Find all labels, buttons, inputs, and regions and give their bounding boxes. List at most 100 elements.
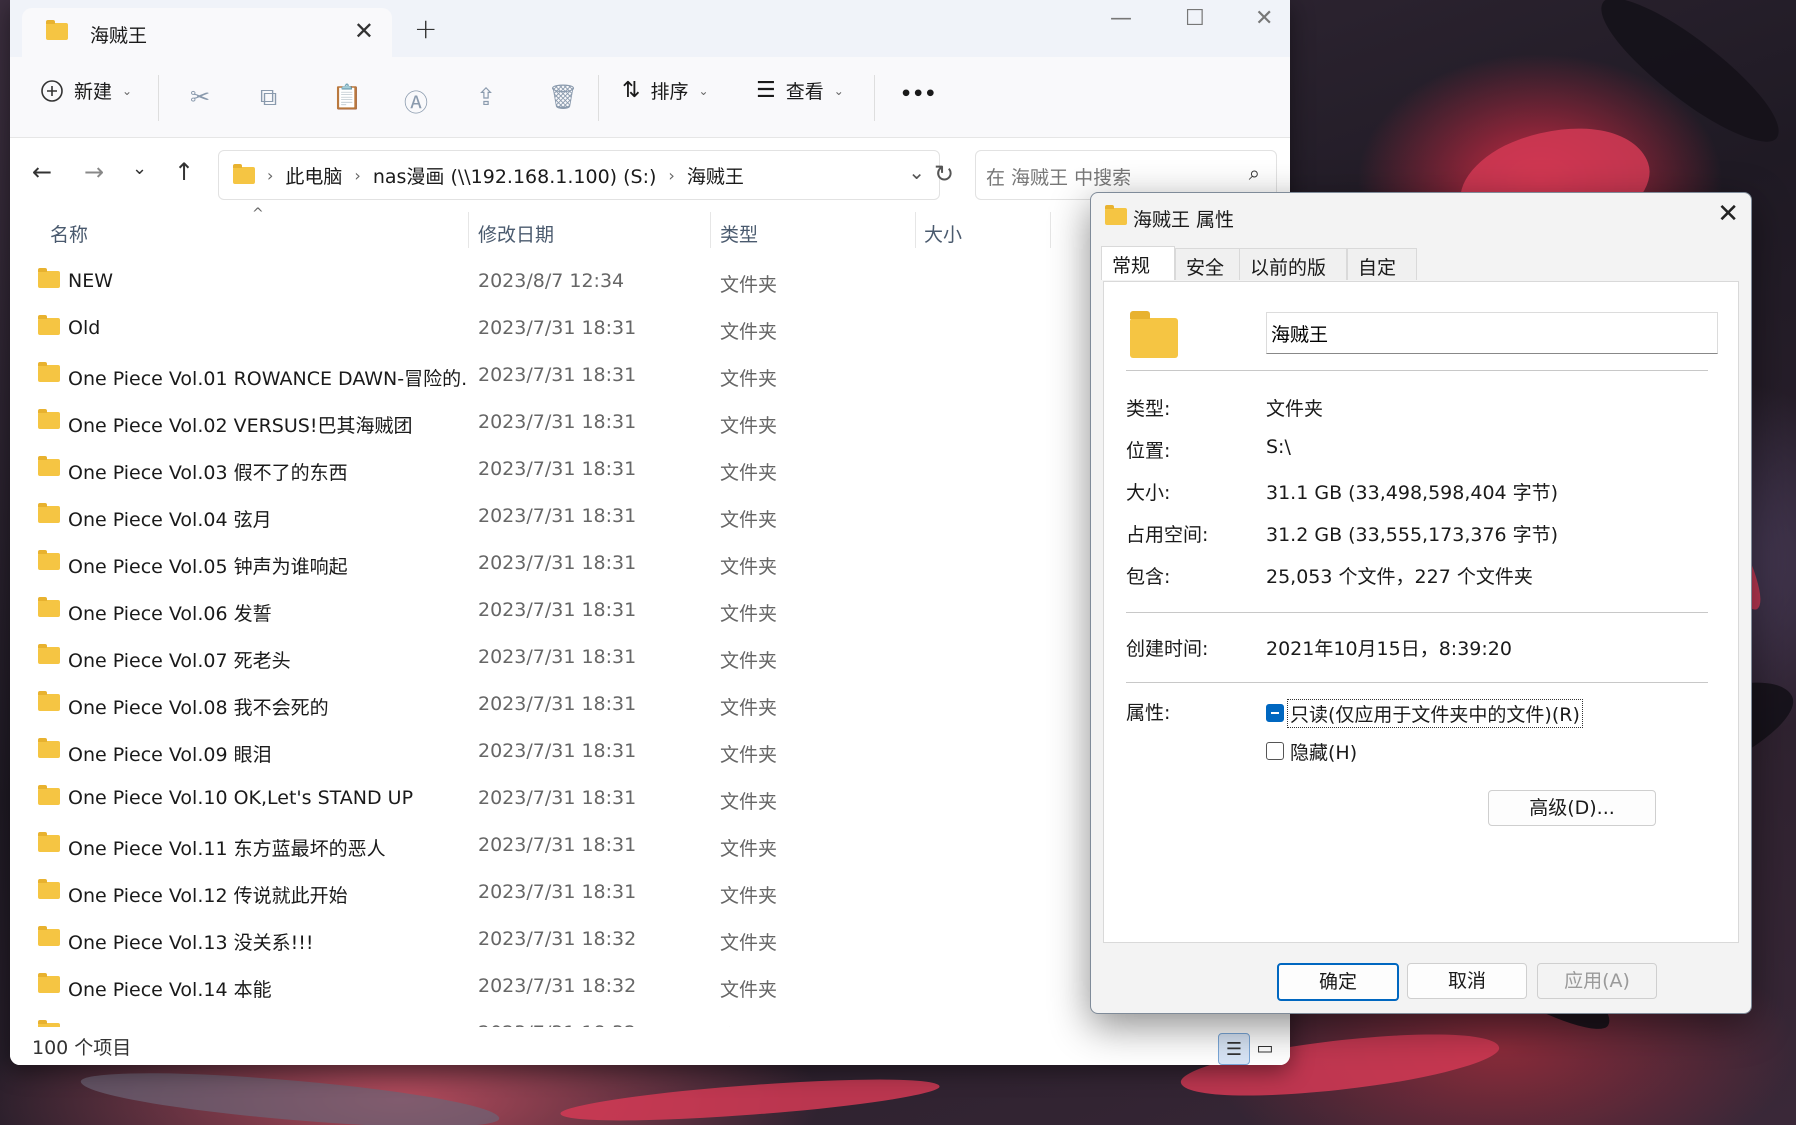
chevron-down-icon[interactable]: ⌄ xyxy=(908,160,925,184)
delete-icon[interactable]: 🗑 xyxy=(548,83,578,111)
cancel-button[interactable]: 取消 xyxy=(1407,963,1527,999)
column-divider[interactable] xyxy=(710,212,711,248)
details-view-icon[interactable]: ☰ xyxy=(1218,1033,1250,1065)
file-name: One Piece Vol.02 VERSUS!巴其海贼团 xyxy=(68,415,413,437)
copy-icon[interactable]: ⧉ xyxy=(260,83,277,111)
file-date: 2023/7/31 18:32 xyxy=(478,975,637,997)
rename-icon[interactable]: Ⓐ xyxy=(404,83,428,118)
file-date: 2023/7/31 18:31 xyxy=(478,787,637,809)
back-icon[interactable]: ← xyxy=(32,158,52,186)
file-date: 2023/7/31 18:31 xyxy=(478,317,637,339)
view-button[interactable]: ☰ 查看 ⌄ xyxy=(756,77,844,104)
ok-button[interactable]: 确定 xyxy=(1277,963,1399,1001)
divider xyxy=(1126,682,1708,683)
file-date: 2023/7/31 18:31 xyxy=(478,646,637,668)
item-count: 100 个项目 xyxy=(32,1037,132,1059)
column-name[interactable]: 名称 xyxy=(50,220,88,247)
close-tab-icon[interactable]: ✕ xyxy=(354,17,374,45)
new-tab-button[interactable]: + xyxy=(414,12,437,45)
column-divider[interactable] xyxy=(1050,212,1051,248)
column-size[interactable]: 大小 xyxy=(924,220,962,247)
wallpaper-shape xyxy=(79,1065,501,1125)
tiles-view-icon[interactable]: ▭ xyxy=(1250,1033,1280,1063)
breadcrumb-current-folder[interactable]: 海贼王 xyxy=(687,162,744,189)
more-options-button[interactable]: ••• xyxy=(900,83,936,105)
folder-icon xyxy=(38,268,60,288)
close-dialog-button[interactable]: ✕ xyxy=(1717,199,1739,229)
new-button[interactable]: 新建 ⌄ xyxy=(40,77,132,104)
forward-icon[interactable]: → xyxy=(84,158,104,186)
file-date: 2023/7/31 18:31 xyxy=(478,834,637,856)
tab-previous-versions[interactable]: 以前的版本 xyxy=(1239,248,1347,306)
file-type: 文件夹 xyxy=(720,556,778,578)
minimize-button[interactable]: — xyxy=(1110,6,1132,31)
folder-icon xyxy=(38,503,60,523)
chevron-down-icon: ⌄ xyxy=(833,83,844,98)
general-panel: 类型: 文件夹位置: S:\ 大小: 31.1 GB (33,498,598,404 字… xyxy=(1103,281,1739,943)
file-type: 文件夹 xyxy=(720,979,778,1001)
file-type: 文件夹 xyxy=(720,650,778,672)
breadcrumb-separator: › xyxy=(354,166,361,185)
file-date: 2023/7/31 18:31 xyxy=(478,693,637,715)
breadcrumb-nas-drive[interactable]: nas漫画 (\\192.168.1.100) (S:) xyxy=(373,162,657,189)
readonly-label[interactable]: 只读(仅应用于文件夹中的文件)(R) xyxy=(1287,699,1583,728)
folder-icon xyxy=(38,832,60,852)
folder-icon xyxy=(38,785,60,805)
column-type[interactable]: 类型 xyxy=(720,220,758,247)
property-value: S:\ xyxy=(1266,436,1291,458)
up-icon[interactable]: ↑ xyxy=(174,158,194,186)
command-bar: 新建 ⌄ ✂ ⧉ 📋 Ⓐ ⇪ 🗑 ⇅ 排序 ⌄ ☰ 查看 ⌄ ••• xyxy=(10,57,1290,138)
property-label: 大小: xyxy=(1126,482,1171,504)
address-bar[interactable]: › 此电脑 › nas漫画 (\\192.168.1.100) (S:) › 海… xyxy=(218,150,940,200)
file-date: 2023/8/7 12:34 xyxy=(478,270,625,292)
file-name: One Piece Vol.04 弦月 xyxy=(68,509,272,531)
file-type: 文件夹 xyxy=(720,321,778,343)
recent-locations-icon[interactable]: ⌄ xyxy=(132,158,147,179)
cut-icon[interactable]: ✂ xyxy=(190,83,210,111)
maximize-button[interactable]: ☐ xyxy=(1185,6,1205,31)
folder-icon xyxy=(38,597,60,617)
hidden-checkbox[interactable] xyxy=(1266,742,1284,760)
file-date: 2023/7/31 18:31 xyxy=(478,552,637,574)
file-type: 文件夹 xyxy=(720,462,778,484)
file-type: 文件夹 xyxy=(720,274,778,296)
folder-name-field[interactable] xyxy=(1266,312,1718,354)
property-label: 包含: xyxy=(1126,566,1171,588)
property-label: 类型: xyxy=(1126,398,1171,420)
refresh-icon[interactable]: ↻ xyxy=(934,160,954,188)
hidden-label[interactable]: 隐藏(H) xyxy=(1290,738,1357,765)
tab-general[interactable]: 常规 xyxy=(1101,246,1175,280)
apply-button[interactable]: 应用(A) xyxy=(1537,963,1657,999)
folder-icon xyxy=(38,550,60,570)
sort-icon: ⇅ xyxy=(622,78,641,103)
tab-title: 海贼王 xyxy=(90,25,148,47)
paste-icon[interactable]: 📋 xyxy=(332,83,362,111)
tab-security[interactable]: 安全 xyxy=(1175,248,1249,280)
toolbar-divider xyxy=(598,75,599,121)
close-window-button[interactable]: ✕ xyxy=(1255,6,1273,31)
sort-button[interactable]: ⇅ 排序 ⌄ xyxy=(622,77,709,104)
folder-icon xyxy=(38,456,60,476)
breadcrumb-separator: › xyxy=(668,166,675,185)
column-divider[interactable] xyxy=(468,212,469,248)
folder-icon xyxy=(233,164,255,184)
breadcrumb-this-pc[interactable]: 此电脑 xyxy=(285,162,342,189)
file-type: 文件夹 xyxy=(720,603,778,625)
tab-haizeiwang[interactable]: 海贼王 ✕ xyxy=(22,8,392,57)
file-name: One Piece Vol.10 OK,Let's STAND UP xyxy=(68,787,414,809)
file-name: One Piece Vol.08 我不会死的 xyxy=(68,697,329,719)
advanced-button[interactable]: 高级(D)... xyxy=(1488,790,1656,826)
file-date: 2023/7/31 18:31 xyxy=(478,881,637,903)
file-name: One Piece Vol.03 假不了的东西 xyxy=(68,462,348,484)
tab-customize[interactable]: 自定义 xyxy=(1347,248,1417,306)
readonly-checkbox[interactable] xyxy=(1266,704,1284,722)
breadcrumb-separator: › xyxy=(267,166,274,185)
folder-icon xyxy=(38,691,60,711)
toolbar-divider xyxy=(158,75,159,121)
share-icon[interactable]: ⇪ xyxy=(476,83,496,111)
file-name: One Piece Vol.13 没关系!!! xyxy=(68,932,314,954)
column-divider[interactable] xyxy=(915,212,916,248)
column-date[interactable]: 修改日期 xyxy=(478,220,554,247)
file-name: One Piece Vol.07 死老头 xyxy=(68,650,291,672)
view-button-label: 查看 xyxy=(785,81,824,103)
